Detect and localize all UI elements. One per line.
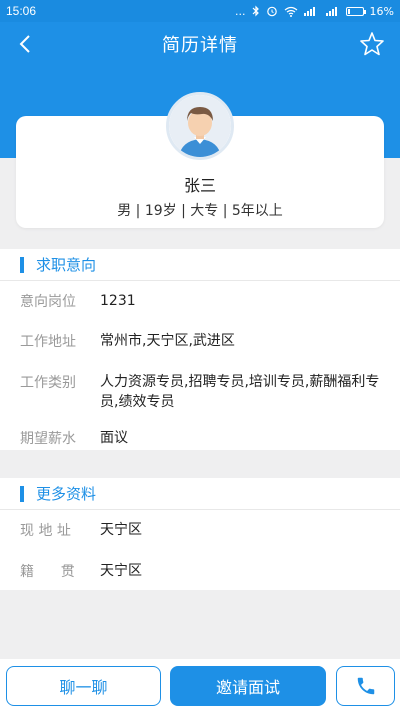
candidate-name: 张三 bbox=[183, 176, 216, 195]
bluetooth-icon bbox=[252, 5, 259, 17]
bottom-action-bar: 聊一聊 邀请面试 bbox=[0, 659, 400, 711]
notification-dots: ... bbox=[235, 4, 246, 18]
signal-icon-2 bbox=[325, 7, 337, 16]
row-label: 籍 贯 bbox=[20, 564, 75, 580]
row-value: 常州市,天宁区,武进区 bbox=[100, 333, 235, 349]
avatar bbox=[166, 92, 234, 160]
section-title: 更多资料 bbox=[36, 485, 97, 503]
row-value: 天宁区 bbox=[100, 522, 142, 538]
status-time: 15:06 bbox=[6, 4, 37, 18]
row-value: 1231 bbox=[100, 293, 136, 309]
invite-interview-button[interactable]: 邀请面试 bbox=[170, 666, 326, 706]
status-bar: 15:06 ... 16% bbox=[0, 0, 400, 22]
call-button[interactable] bbox=[336, 666, 395, 706]
star-outline-icon[interactable] bbox=[358, 30, 386, 58]
battery-icon bbox=[345, 6, 366, 16]
more-info-header: 更多资料 bbox=[0, 478, 400, 510]
row-label: 期望薪水 bbox=[20, 431, 76, 447]
page-title: 简历详情 bbox=[162, 35, 238, 56]
row-label: 现 地 址 bbox=[20, 523, 71, 539]
wifi-icon bbox=[284, 6, 297, 17]
nav-bar: 简历详情 bbox=[0, 22, 400, 66]
signal-icon bbox=[303, 7, 315, 16]
row-label: 工作地址 bbox=[20, 334, 76, 350]
battery-percentage: 16% bbox=[369, 4, 394, 18]
row-label: 意向岗位 bbox=[20, 294, 76, 310]
phone-icon bbox=[357, 677, 374, 695]
row-value: 人力资源专员,招聘专员,培训专员,薪酬福利专员,绩效专员 bbox=[100, 374, 380, 410]
job-intent-section: 求职意向 意向岗位 1231 工作地址 常州市,天宁区,武进区 工作类别 人力资… bbox=[0, 249, 400, 450]
candidate-summary: 男 | 19岁 | 大专 | 5年以上 bbox=[117, 203, 283, 219]
section-accent-bar bbox=[20, 485, 24, 502]
section-accent-bar bbox=[20, 256, 24, 273]
avatar-illustration bbox=[169, 95, 231, 157]
row-value: 天宁区 bbox=[100, 563, 142, 579]
chat-button[interactable]: 聊一聊 bbox=[6, 666, 161, 706]
alarm-icon bbox=[266, 6, 277, 17]
more-info-section: 更多资料 现 地 址 天宁区 籍 贯 天宁区 bbox=[0, 478, 400, 590]
row-label: 工作类别 bbox=[20, 375, 76, 391]
job-intent-header: 求职意向 bbox=[0, 249, 400, 281]
section-title: 求职意向 bbox=[36, 256, 97, 274]
chevron-left-icon[interactable] bbox=[14, 32, 38, 56]
row-value: 面议 bbox=[100, 430, 128, 446]
